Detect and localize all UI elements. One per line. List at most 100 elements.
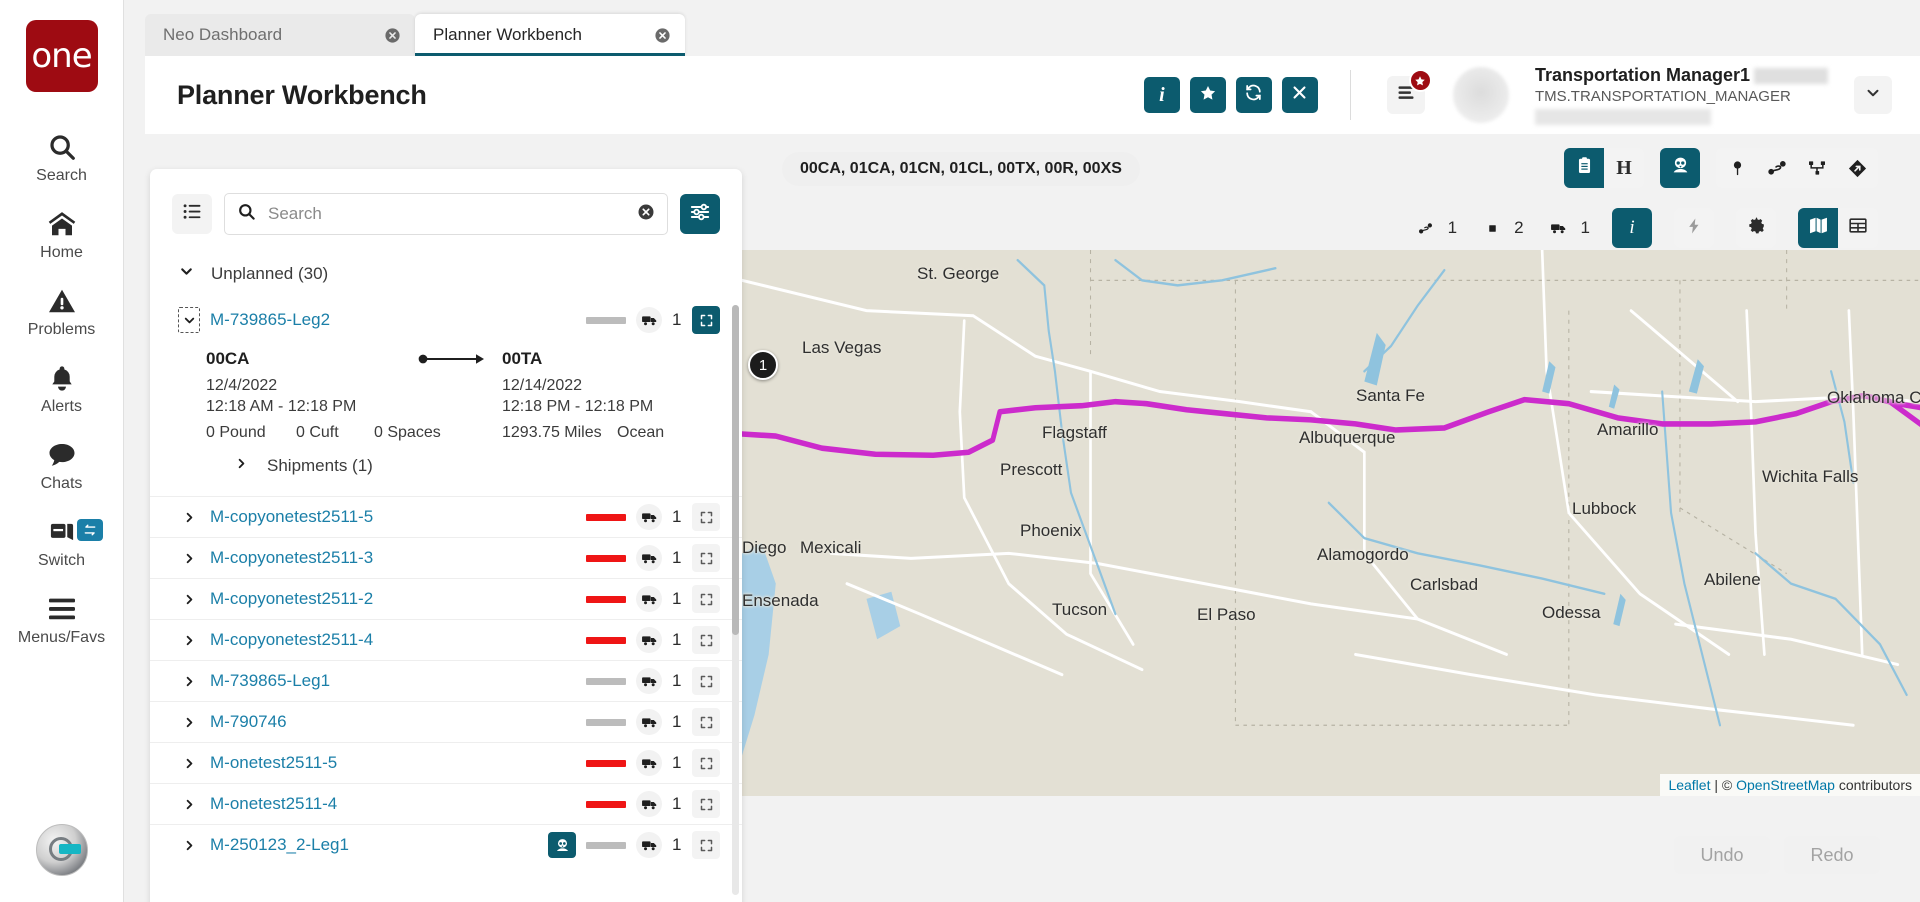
expand-button[interactable] xyxy=(692,306,720,334)
tab-neo-dashboard[interactable]: Neo Dashboard xyxy=(145,14,415,56)
switch-badge-icon[interactable] xyxy=(77,519,103,541)
table-row[interactable]: M-739865-Leg1 1 xyxy=(150,660,742,701)
movements-list[interactable]: M-739865-Leg2 1 xyxy=(150,297,742,902)
undo-button[interactable]: Undo xyxy=(1674,836,1770,874)
pin-icon[interactable] xyxy=(1724,155,1750,181)
truck-count: 1 xyxy=(672,671,682,691)
clipboard-button[interactable] xyxy=(1564,148,1604,188)
table-row[interactable]: M-copyonetest2511-5 1 xyxy=(150,496,742,537)
table-row[interactable]: M-739865-Leg2 1 xyxy=(150,297,742,343)
close-icon[interactable] xyxy=(654,27,671,44)
expand-button[interactable] xyxy=(692,503,720,531)
sidebar-item-switch[interactable]: Switch xyxy=(0,503,123,580)
movement-link[interactable]: M-739865-Leg2 xyxy=(210,310,330,330)
movement-link[interactable]: M-copyonetest2511-2 xyxy=(210,589,373,609)
list-view-button[interactable] xyxy=(172,194,212,234)
movement-link[interactable]: M-onetest2511-4 xyxy=(210,794,337,814)
route-icon[interactable] xyxy=(1764,155,1790,181)
movement-link[interactable]: M-onetest2511-5 xyxy=(210,753,337,773)
skull-icon[interactable] xyxy=(548,832,576,858)
table-row[interactable]: M-onetest2511-4 1 xyxy=(150,783,742,824)
expand-row-icon[interactable] xyxy=(178,756,200,771)
avatar[interactable] xyxy=(1453,67,1509,123)
expand-row-icon[interactable] xyxy=(178,674,200,689)
scrollbar-thumb[interactable] xyxy=(732,305,739,635)
expand-row-icon[interactable] xyxy=(178,633,200,648)
status-badge xyxy=(586,596,626,603)
sidebar-item-home[interactable]: Home xyxy=(0,195,123,272)
expand-button[interactable] xyxy=(692,544,720,572)
search-input[interactable] xyxy=(268,204,625,224)
sidebar-item-chats[interactable]: Chats xyxy=(0,426,123,503)
filter-button[interactable] xyxy=(680,194,720,234)
table-row[interactable]: M-copyonetest2511-4 1 xyxy=(150,619,742,660)
expand-row-icon[interactable] xyxy=(178,551,200,566)
chat-icon xyxy=(46,438,78,472)
table-row[interactable]: M-790746 1 xyxy=(150,701,742,742)
refresh-icon xyxy=(1244,83,1263,107)
movement-link[interactable]: M-copyonetest2511-3 xyxy=(210,548,373,568)
diamond-arrow-icon[interactable] xyxy=(1844,155,1870,181)
map-canvas[interactable]: St. George Las Vegas Flagstaff Santa Fe … xyxy=(742,250,1920,796)
expand-row-icon[interactable] xyxy=(178,592,200,607)
expand-button[interactable] xyxy=(692,831,720,859)
table-row[interactable]: M-onetest2511-5 1 xyxy=(150,742,742,783)
expand-row-icon[interactable] xyxy=(178,715,200,730)
tab-planner-workbench[interactable]: Planner Workbench xyxy=(415,14,685,56)
leaflet-link[interactable]: Leaflet xyxy=(1668,777,1710,793)
settings-button[interactable] xyxy=(1736,208,1776,248)
expand-button[interactable] xyxy=(692,667,720,695)
hazard-button[interactable] xyxy=(1660,148,1700,188)
close-icon[interactable] xyxy=(384,27,401,44)
search-field[interactable] xyxy=(224,193,668,235)
clear-search-icon[interactable] xyxy=(637,203,655,226)
expand-button[interactable] xyxy=(692,585,720,613)
table-row[interactable]: M-250123_2-Leg1 1 xyxy=(150,824,742,865)
table-view-button[interactable] xyxy=(1838,208,1878,248)
sidebar-item-problems[interactable]: Problems xyxy=(0,272,123,349)
app-logo[interactable]: one xyxy=(26,20,98,92)
city-label: Amarillo xyxy=(1597,420,1658,440)
favorite-button[interactable] xyxy=(1190,77,1226,113)
map-attribution: Leaflet | © OpenStreetMap contributors xyxy=(1660,774,1920,796)
app-menu-button[interactable] xyxy=(1387,76,1425,114)
page-title: Planner Workbench xyxy=(177,80,427,111)
bolt-button[interactable] xyxy=(1674,208,1714,248)
expand-button[interactable] xyxy=(692,790,720,818)
letter-h-button[interactable]: H xyxy=(1604,148,1644,188)
expand-button[interactable] xyxy=(692,749,720,777)
movement-link[interactable]: M-copyonetest2511-4 xyxy=(210,630,373,650)
collapse-row-icon[interactable] xyxy=(178,307,200,333)
shipments-toggle[interactable]: Shipments (1) xyxy=(206,442,720,486)
info-button[interactable]: i xyxy=(1144,77,1180,113)
assistant-avatar[interactable] xyxy=(36,824,88,876)
table-row[interactable]: M-copyonetest2511-2 1 xyxy=(150,578,742,619)
movement-link[interactable]: M-250123_2-Leg1 xyxy=(210,835,349,855)
redo-button[interactable]: Redo xyxy=(1784,836,1880,874)
close-button[interactable] xyxy=(1282,77,1318,113)
truck-count: 1 xyxy=(672,712,682,732)
movement-link[interactable]: M-739865-Leg1 xyxy=(210,671,330,691)
expand-button[interactable] xyxy=(692,708,720,736)
expand-row-icon[interactable] xyxy=(178,838,200,853)
movement-link[interactable]: M-790746 xyxy=(210,712,287,732)
expand-row-icon[interactable] xyxy=(178,510,200,525)
city-label: Prescott xyxy=(1000,460,1062,480)
list-scrollbar[interactable] xyxy=(732,305,739,895)
osm-link[interactable]: OpenStreetMap xyxy=(1736,777,1835,793)
refresh-button[interactable] xyxy=(1236,77,1272,113)
network-icon[interactable] xyxy=(1804,155,1830,181)
group-header-unplanned[interactable]: Unplanned (30) xyxy=(150,249,742,297)
sidebar-item-search[interactable]: Search xyxy=(0,118,123,195)
map-view-button[interactable] xyxy=(1798,208,1838,248)
info-button[interactable]: i xyxy=(1612,208,1652,248)
location-chip: 00CA, 01CA, 01CN, 01CL, 00TX, 00R, 00XS xyxy=(782,152,1140,186)
user-menu-button[interactable] xyxy=(1854,76,1892,114)
sidebar-item-alerts[interactable]: Alerts xyxy=(0,349,123,426)
expand-button[interactable] xyxy=(692,626,720,654)
movement-link[interactable]: M-copyonetest2511-5 xyxy=(210,507,373,527)
expand-row-icon[interactable] xyxy=(178,797,200,812)
map-marker-origin[interactable]: 1 xyxy=(748,350,778,380)
sidebar-item-menus-favs[interactable]: Menus/Favs xyxy=(0,580,123,657)
table-row[interactable]: M-copyonetest2511-3 1 xyxy=(150,537,742,578)
